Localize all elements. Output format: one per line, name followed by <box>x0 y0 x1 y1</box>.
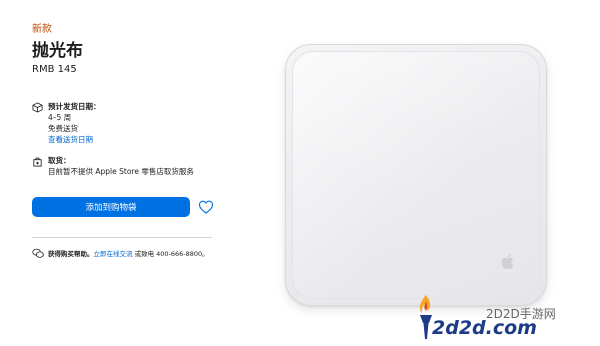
delivery-lead-time: 4–5 周 <box>48 113 72 122</box>
help-text: 获得购买帮助。立即在线交流 或致电 400-666-8800。 <box>48 249 209 259</box>
new-badge: 新款 <box>32 24 52 35</box>
product-title: 抛光布 <box>32 41 83 61</box>
heart-icon[interactable] <box>198 199 214 215</box>
help-prefix: 获得购买帮助。 <box>48 250 94 258</box>
add-to-bag-button[interactable]: 添加到购物袋 <box>32 197 190 217</box>
delivery-free-shipping: 免费送货 <box>48 124 78 133</box>
product-info-panel: 新款 抛光布 RMB 145 预计发货日期： 4–5 周 免费送货 查看送货日期… <box>32 0 222 346</box>
delivery-title: 预计发货日期： <box>48 102 101 111</box>
site-watermark: 2D2D手游网 2d2d.com <box>414 293 594 345</box>
view-delivery-dates-link[interactable]: 查看送货日期 <box>48 134 218 145</box>
watermark-en: 2d2d.com <box>432 317 537 339</box>
chat-bubbles-icon <box>32 248 44 258</box>
apple-logo-icon <box>501 254 514 269</box>
pickup-status: 目前暂不提供 Apple Store 零售店取货服务 <box>48 167 194 176</box>
box-icon <box>32 102 43 113</box>
chat-online-link[interactable]: 立即在线交流 <box>94 250 133 258</box>
polishing-cloth-image <box>285 44 547 306</box>
store-icon <box>33 157 42 167</box>
divider <box>32 237 212 238</box>
pickup-title: 取货： <box>48 156 71 165</box>
product-price: RMB 145 <box>32 64 77 75</box>
help-phone: 或致电 400-666-8800。 <box>132 250 209 258</box>
